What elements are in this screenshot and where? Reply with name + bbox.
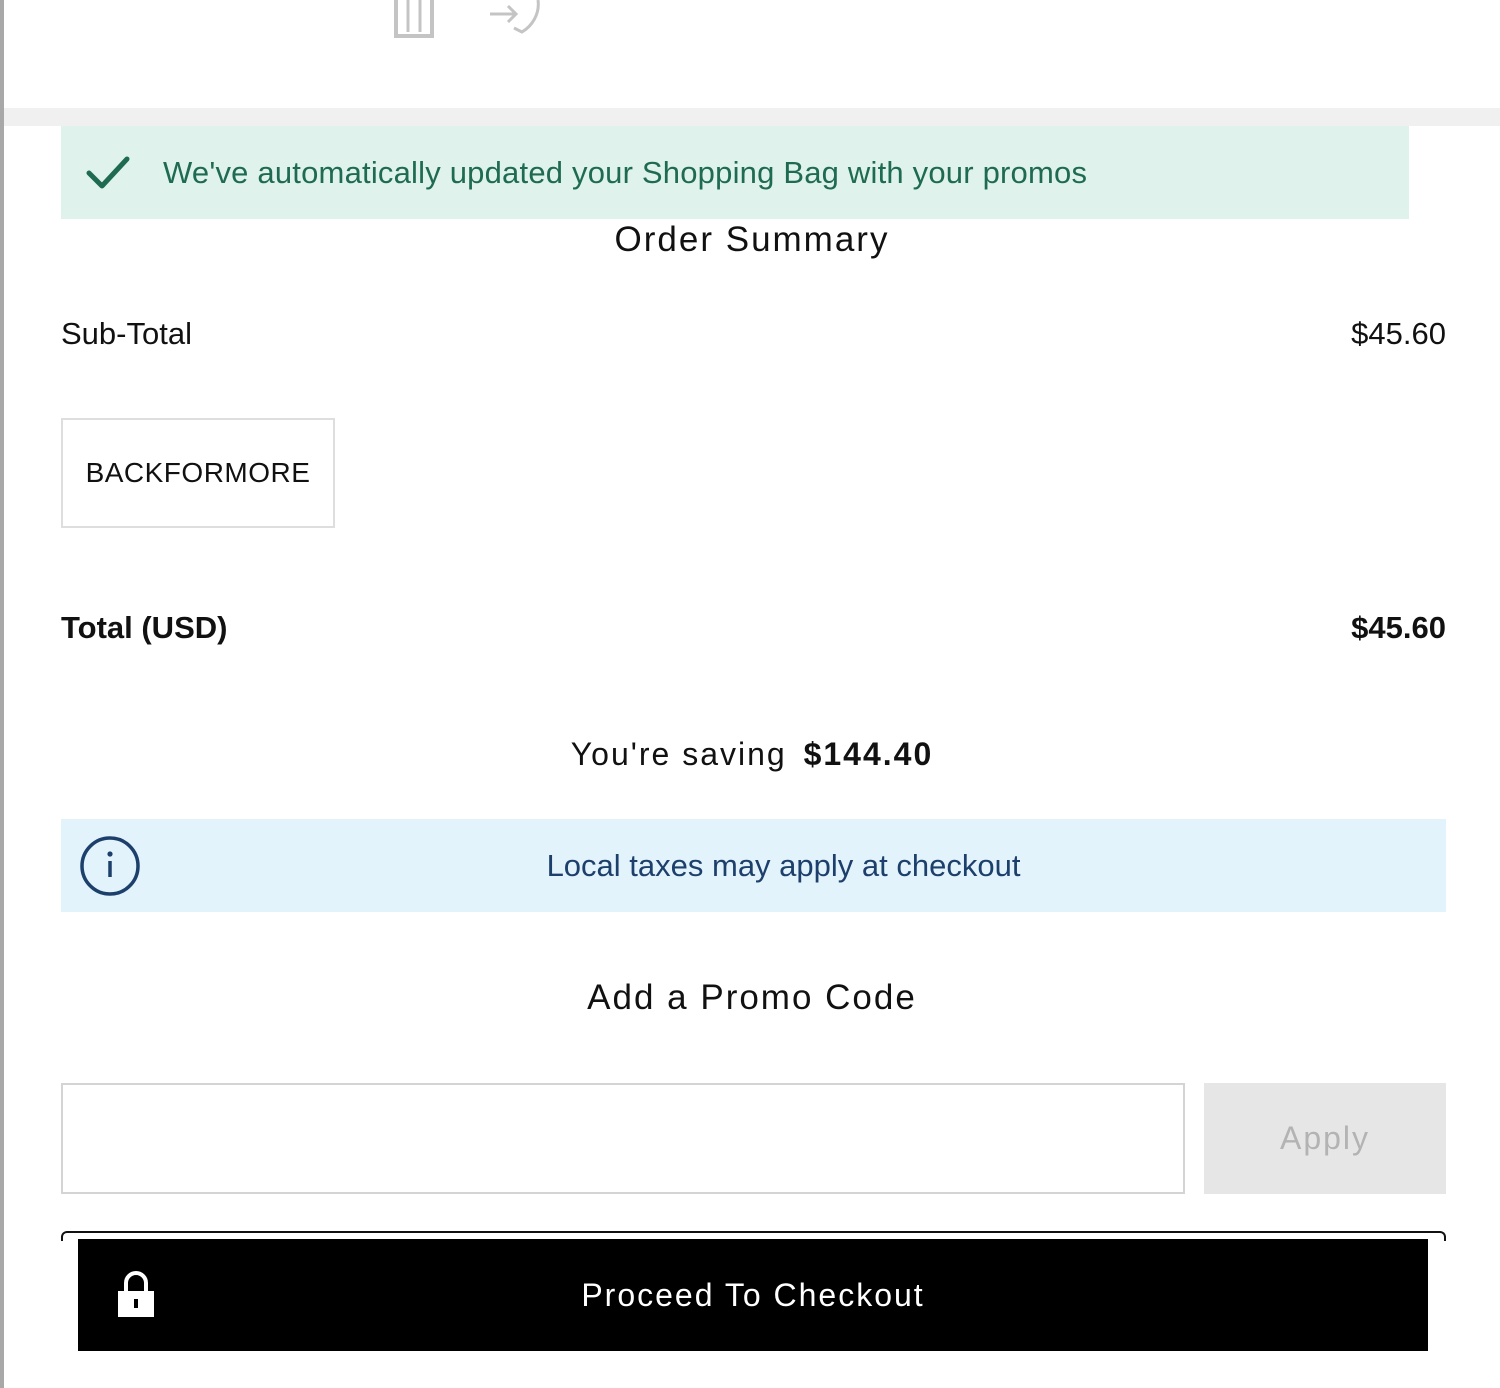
- promo-banner-text: We've automatically updated your Shoppin…: [163, 154, 1088, 190]
- tax-notice-text: Local taxes may apply at checkout: [546, 848, 1021, 883]
- subtotal-label: Sub-Total: [61, 316, 192, 351]
- proceed-to-checkout-button[interactable]: Proceed To Checkout: [78, 1239, 1428, 1351]
- move-to-wishlist-icon[interactable]: [482, 0, 546, 36]
- promo-updated-banner: We've automatically updated your Shoppin…: [61, 126, 1409, 219]
- applied-promo-code: BACKFORMORE: [61, 418, 335, 528]
- total-value: $45.60: [1351, 610, 1446, 645]
- item-actions: [4, 0, 1500, 108]
- tax-notice-banner: Local taxes may apply at checkout: [61, 819, 1446, 912]
- checkout-label: Proceed To Checkout: [581, 1277, 925, 1313]
- section-divider: [4, 108, 1500, 126]
- saving-amount: $144.40: [803, 736, 934, 772]
- promo-code-heading: Add a Promo Code: [587, 978, 917, 1017]
- promo-code-input[interactable]: [61, 1083, 1185, 1194]
- apply-button[interactable]: Apply: [1204, 1083, 1446, 1194]
- check-icon: [85, 153, 131, 193]
- total-label: Total (USD): [61, 610, 228, 645]
- total-row: Total (USD) $45.60: [61, 610, 1446, 646]
- trash-icon[interactable]: [390, 0, 438, 40]
- subtotal-row: Sub-Total $45.60: [61, 316, 1446, 352]
- order-summary-panel: We've automatically updated your Shoppin…: [0, 0, 1500, 1388]
- saving-label: You're saving: [570, 736, 787, 772]
- order-summary-title: Order Summary: [614, 220, 890, 259]
- subtotal-value: $45.60: [1351, 316, 1446, 351]
- lock-icon: [114, 1269, 158, 1319]
- savings-line: You're saving $144.40: [4, 736, 1500, 773]
